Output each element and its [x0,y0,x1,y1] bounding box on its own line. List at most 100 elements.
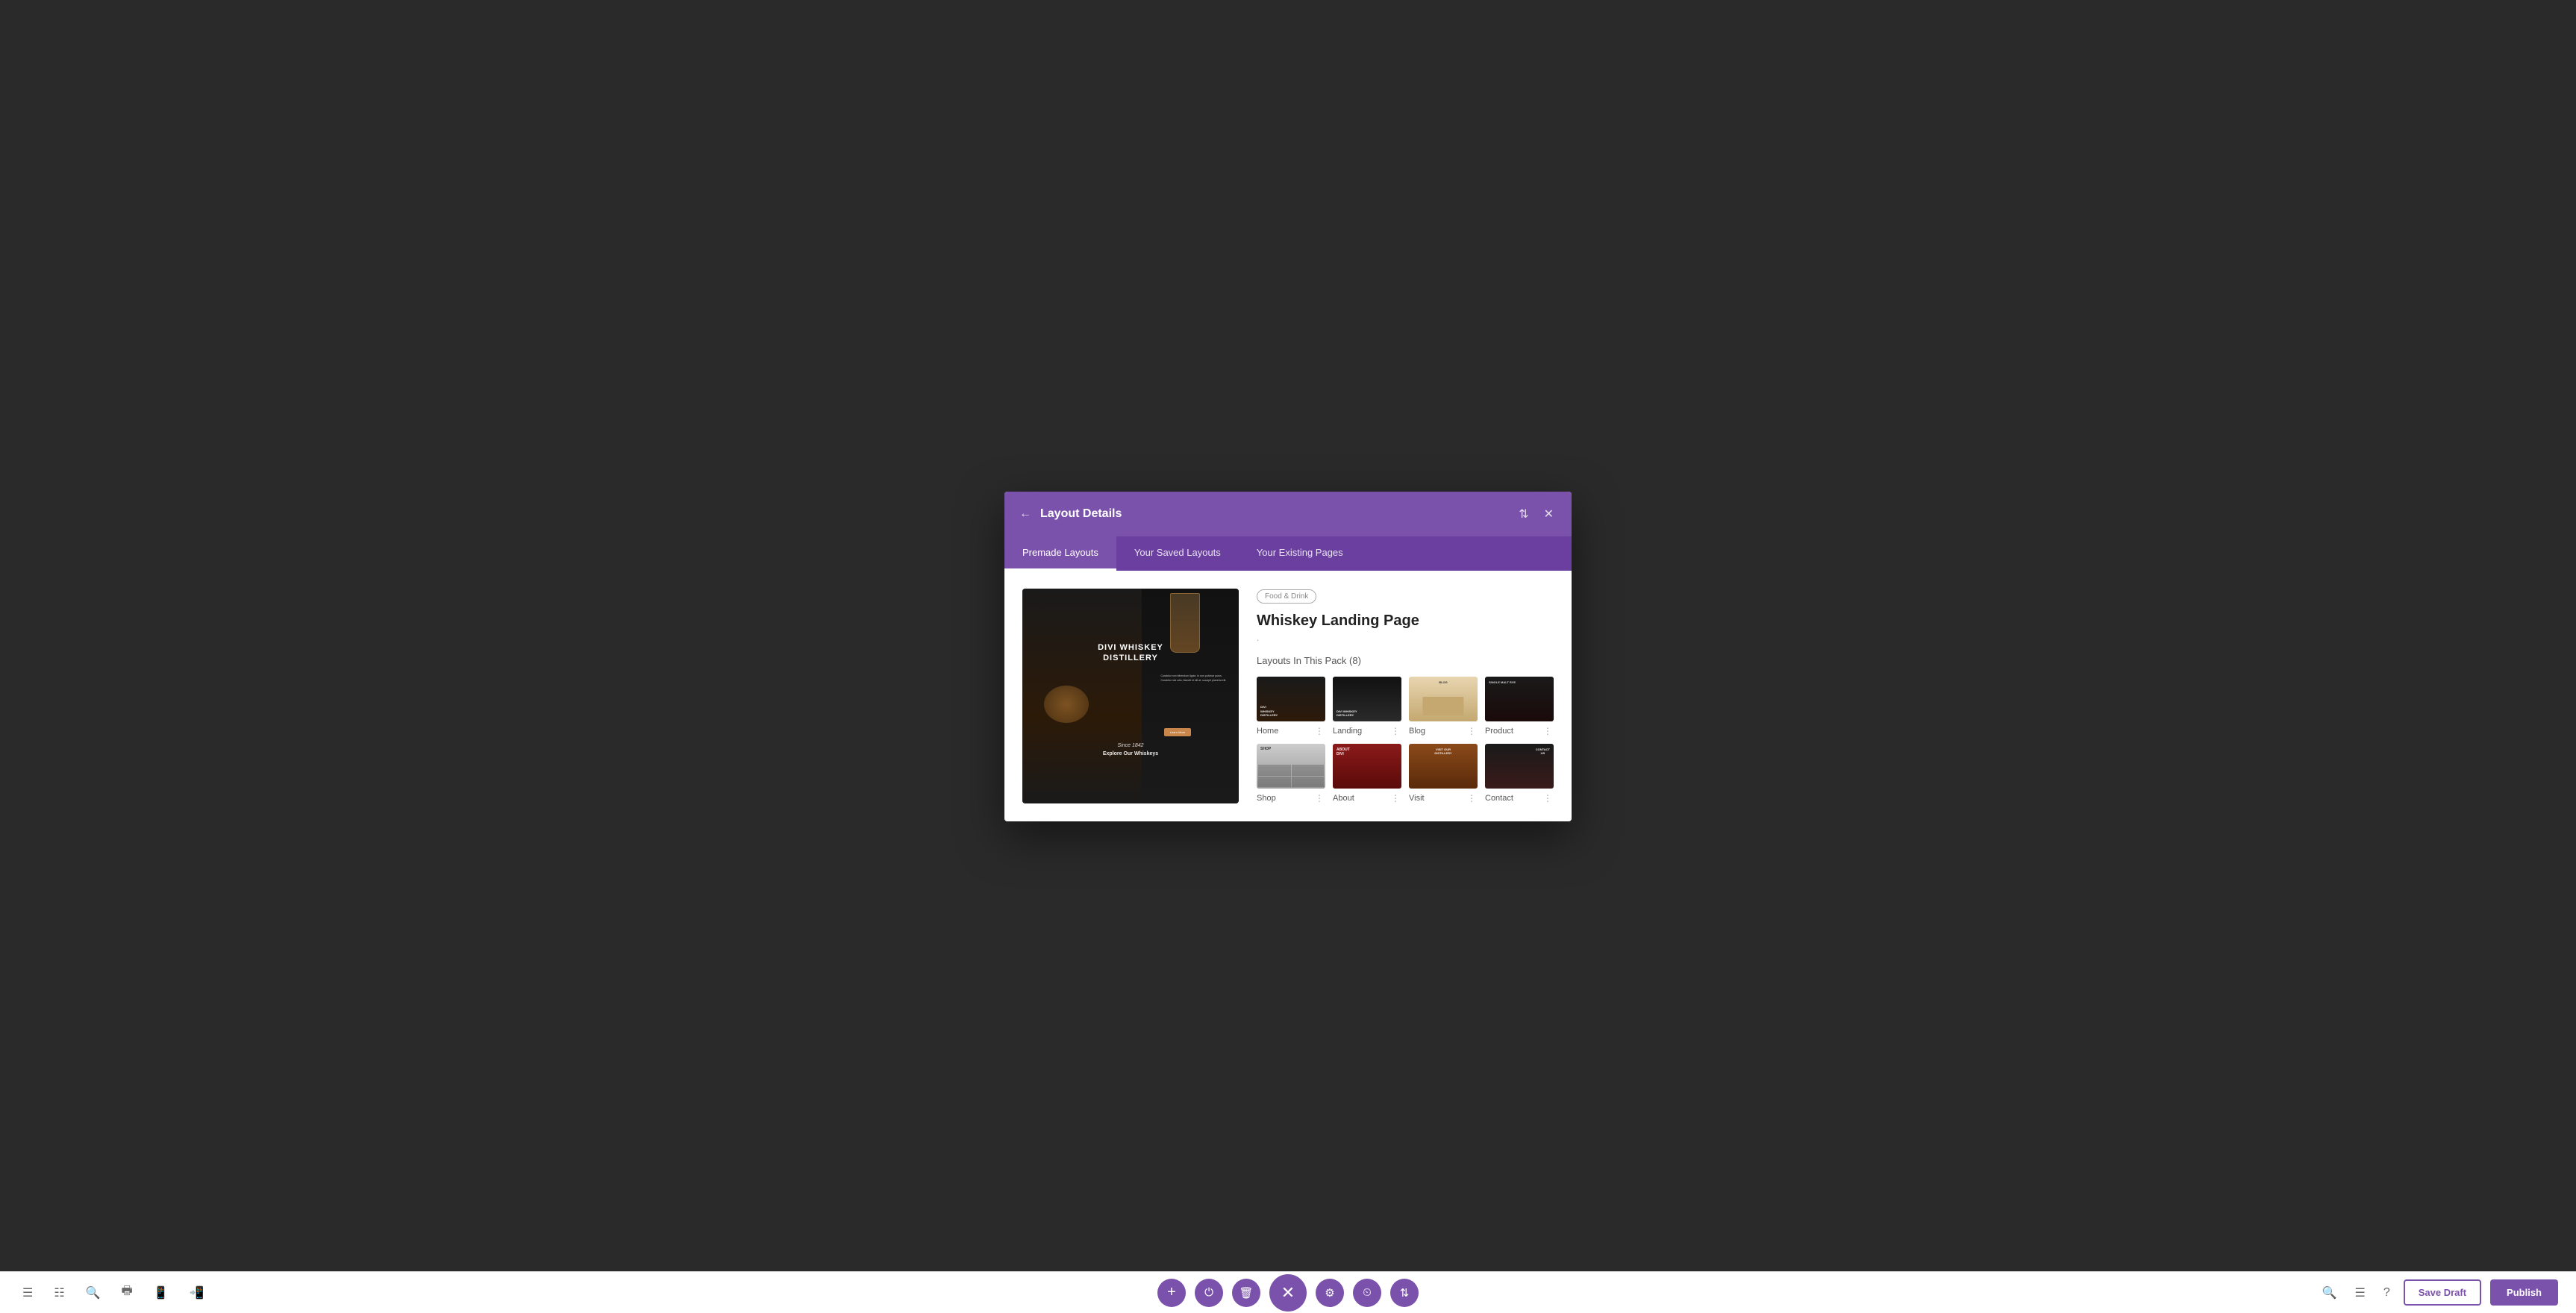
thumb-blog-menu-btn[interactable]: ⋮ [1466,726,1478,736]
whiskey-learn-more-btn: Learn More [1164,728,1191,736]
back-button[interactable]: ← [1019,507,1031,521]
thumb-item-shop: SHOP Shop ⋮ [1257,744,1325,803]
sort-center-button[interactable]: ⇅ [1390,1279,1419,1307]
page-background: ← Layout Details ⇅ ✕ Premade Layouts You… [0,0,2576,1313]
thumb-shop-cell-4 [1292,777,1325,788]
thumb-about-menu-btn[interactable]: ⋮ [1389,793,1401,803]
tab-saved-layouts[interactable]: Your Saved Layouts [1116,536,1239,571]
thumb-item-product: SINGLE MALT RYE Product ⋮ [1485,677,1554,736]
mobile-icon-btn[interactable]: 📲 [185,1281,209,1305]
tablet-icon-btn[interactable]: 📱 [149,1281,173,1305]
thumb-shop-cell-1 [1258,765,1291,776]
tab-existing-pages[interactable]: Your Existing Pages [1239,536,1361,571]
thumb-shop-label: Shop [1257,794,1276,803]
modal-header: ← Layout Details ⇅ ✕ [1004,492,1572,536]
thumb-shop-image[interactable]: SHOP [1257,744,1325,789]
menu-icon-btn[interactable]: ☰ [18,1281,37,1305]
thumb-home-label-row: Home ⋮ [1257,726,1325,736]
thumb-shop-label-row: Shop ⋮ [1257,793,1325,803]
thumb-landing-menu-btn[interactable]: ⋮ [1389,726,1401,736]
modal-body: DIVI WHISKEYDISTILLERY Curabitur non bib… [1004,571,1572,821]
whiskey-preview: DIVI WHISKEYDISTILLERY Curabitur non bib… [1022,589,1239,803]
category-badge: Food & Drink [1257,589,1316,604]
thumb-visit-title: VISIT OURDISTILLERY [1434,748,1451,755]
thumb-blog-image[interactable]: BLOG [1409,677,1478,721]
thumb-about-label-row: About ⋮ [1333,793,1401,803]
thumb-shop-menu-btn[interactable]: ⋮ [1313,793,1325,803]
modal-header-left: ← Layout Details [1019,507,1122,521]
history-button[interactable]: ⏲ [1353,1279,1381,1307]
thumbnails-grid: DIVIWHISKEYDISTILLERY Home ⋮ DIVI WHISKE… [1257,677,1554,803]
bottom-bar-left: ☰ ☷ 🔍 🖶 📱 📲 [18,1278,209,1307]
whiskey-body-text: Curabitur non bibendum ligula. In non pu… [1161,674,1228,683]
settings-button[interactable]: ⚙ [1316,1279,1344,1307]
grid-icon-btn[interactable]: ☷ [49,1281,69,1305]
thumb-item-landing: DIVI WHISKEYDISTILLERY Landing ⋮ [1333,677,1401,736]
thumb-contact-image[interactable]: CONTACTUS [1485,744,1554,789]
thumb-item-blog: BLOG Blog ⋮ [1409,677,1478,736]
modal-header-actions: ⇅ ✕ [1516,504,1557,524]
thumb-product-label: Product [1485,727,1513,736]
bottom-bar-right: 🔍 ☰ ? Save Draft Publish [2318,1279,2558,1306]
bottom-bar-center: + ⏻ 🗑 ✕ ⚙ ⏲ ⇅ [1157,1274,1419,1312]
close-icon[interactable]: ✕ [1541,504,1557,524]
thumb-product-image[interactable]: SINGLE MALT RYE [1485,677,1554,721]
thumb-visit-image[interactable]: VISIT OURDISTILLERY [1409,744,1478,789]
thumb-visit-menu-btn[interactable]: ⋮ [1466,793,1478,803]
thumb-shop-cell-2 [1292,765,1325,776]
save-draft-button[interactable]: Save Draft [2404,1279,2481,1306]
thumb-contact-title: CONTACTUS [1536,748,1550,755]
thumb-home-label: Home [1257,727,1278,736]
since-text: Since 1842 [1117,743,1143,748]
thumb-product-title: SINGLE MALT RYE [1489,680,1516,684]
tab-premade-layouts[interactable]: Premade Layouts [1004,536,1116,571]
thumb-product-label-row: Product ⋮ [1485,726,1554,736]
thumb-shop-grid [1258,765,1324,787]
thumb-blog-title: BLOG [1439,680,1448,684]
thumb-contact-menu-btn[interactable]: ⋮ [1542,793,1554,803]
thumb-home-image[interactable]: DIVIWHISKEYDISTILLERY [1257,677,1325,721]
thumb-about-label: About [1333,794,1354,803]
search-icon-btn[interactable]: 🔍 [81,1281,105,1305]
close-center-button[interactable]: ✕ [1269,1274,1307,1312]
thumb-item-home: DIVIWHISKEYDISTILLERY Home ⋮ [1257,677,1325,736]
layout-title: Whiskey Landing Page [1257,612,1554,630]
thumb-landing-label-row: Landing ⋮ [1333,726,1401,736]
help-icon-btn[interactable]: ? [2379,1282,2395,1304]
thumb-blog-rect [1422,697,1463,715]
layout-subtitle: . [1257,633,1554,643]
thumb-landing-label: Landing [1333,727,1362,736]
thumb-about-title: ABOUTDIVI [1337,748,1350,756]
thumb-landing-image[interactable]: DIVI WHISKEYDISTILLERY [1333,677,1401,721]
thumb-home-title: DIVIWHISKEYDISTILLERY [1260,705,1278,718]
add-button[interactable]: + [1157,1279,1186,1307]
modal-tabs: Premade Layouts Your Saved Layouts Your … [1004,536,1572,571]
pack-title: Layouts In This Pack (8) [1257,655,1554,666]
modal-title: Layout Details [1040,507,1122,521]
thumb-visit-label-row: Visit ⋮ [1409,793,1478,803]
explore-text: Explore Our Whiskeys [1103,751,1158,756]
thumb-home-menu-btn[interactable]: ⋮ [1313,726,1325,736]
layers-icon-btn[interactable]: ☰ [2350,1281,2369,1305]
layout-details-modal: ← Layout Details ⇅ ✕ Premade Layouts You… [1004,492,1572,821]
thumb-landing-title: DIVI WHISKEYDISTILLERY [1337,709,1357,718]
thumb-contact-label: Contact [1485,794,1513,803]
thumb-contact-label-row: Contact ⋮ [1485,793,1554,803]
whiskey-drink-decoration [1044,686,1089,723]
trash-button[interactable]: 🗑 [1232,1279,1260,1307]
search-right-icon-btn[interactable]: 🔍 [2318,1281,2342,1305]
thumb-item-contact: CONTACTUS Contact ⋮ [1485,744,1554,803]
thumb-visit-label: Visit [1409,794,1425,803]
info-panel: Food & Drink Whiskey Landing Page . Layo… [1239,589,1554,803]
sort-icon[interactable]: ⇅ [1516,504,1531,524]
publish-button[interactable]: Publish [2490,1279,2558,1306]
thumb-product-menu-btn[interactable]: ⋮ [1542,726,1554,736]
preview-panel: DIVI WHISKEYDISTILLERY Curabitur non bib… [1022,589,1239,803]
thumb-blog-label-row: Blog ⋮ [1409,726,1478,736]
power-button[interactable]: ⏻ [1195,1279,1223,1307]
desktop-icon-btn[interactable]: 🖶 [117,1278,137,1307]
whiskey-title: DIVI WHISKEYDISTILLERY [1086,642,1175,664]
thumb-item-about: ABOUTDIVI About ⋮ [1333,744,1401,803]
thumb-about-image[interactable]: ABOUTDIVI [1333,744,1401,789]
thumb-shop-cell-3 [1258,777,1291,788]
